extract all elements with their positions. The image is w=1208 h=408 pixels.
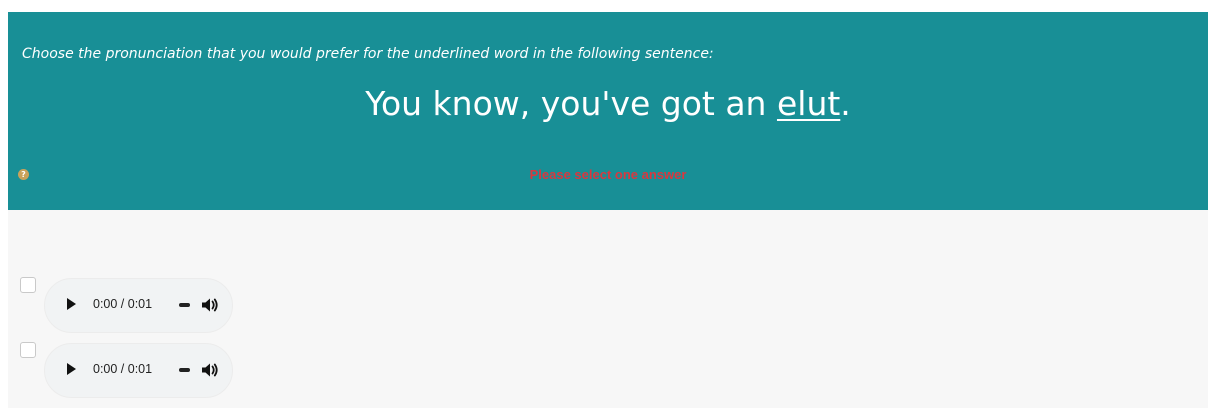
play-icon[interactable] (67, 363, 76, 375)
answer-checkbox-1[interactable] (20, 277, 36, 293)
answer-checkbox-2[interactable] (20, 342, 36, 358)
sentence-text: You know, you've got an (365, 84, 777, 123)
question-sentence: You know, you've got an elut. (8, 84, 1208, 123)
audio-time-display: 0:00 / 0:01 (93, 297, 153, 311)
survey-frame: Choose the pronunciation that you would … (8, 12, 1208, 408)
audio-player-2[interactable]: 0:00 / 0:01 (44, 343, 233, 398)
audio-time-display: 0:00 / 0:01 (93, 362, 153, 376)
audio-progress-bar[interactable] (179, 368, 190, 372)
audio-progress-bar[interactable] (179, 303, 190, 307)
volume-icon[interactable] (201, 297, 219, 313)
volume-icon[interactable] (201, 362, 219, 378)
sentence-end: . (840, 84, 851, 123)
validation-message: Please select one answer (529, 167, 687, 182)
play-icon[interactable] (67, 298, 76, 310)
underlined-target-word: elut (776, 84, 841, 123)
question-header: Choose the pronunciation that you would … (8, 12, 1208, 210)
question-prompt: Choose the pronunciation that you would … (22, 46, 714, 62)
audio-player-1[interactable]: 0:00 / 0:01 (44, 278, 233, 333)
